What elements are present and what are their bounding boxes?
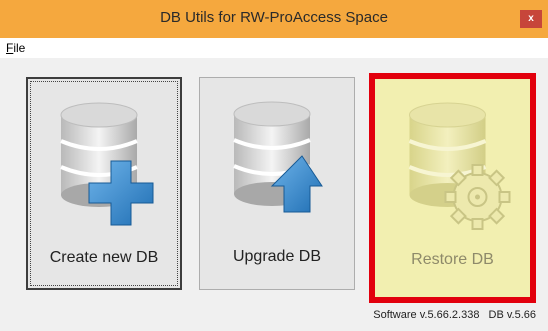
database-arrow-up-icon (233, 101, 323, 213)
upgrade-db-button[interactable]: Upgrade DB (199, 77, 355, 290)
window-title: DB Utils for RW-ProAccess Space (160, 9, 388, 26)
database-plus-icon (60, 102, 154, 226)
upgrade-db-label: Upgrade DB (232, 248, 322, 265)
close-button[interactable]: x (520, 10, 542, 28)
database-gear-icon (408, 102, 510, 230)
menu-bar: File (0, 38, 548, 58)
software-version: Software v.5.66.2.338 (373, 309, 480, 321)
db-version: DB v.5.66 (488, 309, 537, 321)
restore-db-label: Restore DB (411, 251, 494, 268)
create-db-button[interactable]: Create new DB (26, 77, 182, 290)
create-db-label: Create new DB (49, 249, 159, 266)
restore-db-button[interactable]: Restore DB (369, 73, 536, 303)
title-bar[interactable]: DB Utils for RW-ProAccess Space x (0, 0, 548, 39)
app-window: DB Utils for RW-ProAccess Space x File C… (0, 0, 548, 331)
status-version: Software v.5.66.2.338 DB v.5.66 (373, 309, 536, 321)
menu-file[interactable]: File (6, 41, 25, 55)
